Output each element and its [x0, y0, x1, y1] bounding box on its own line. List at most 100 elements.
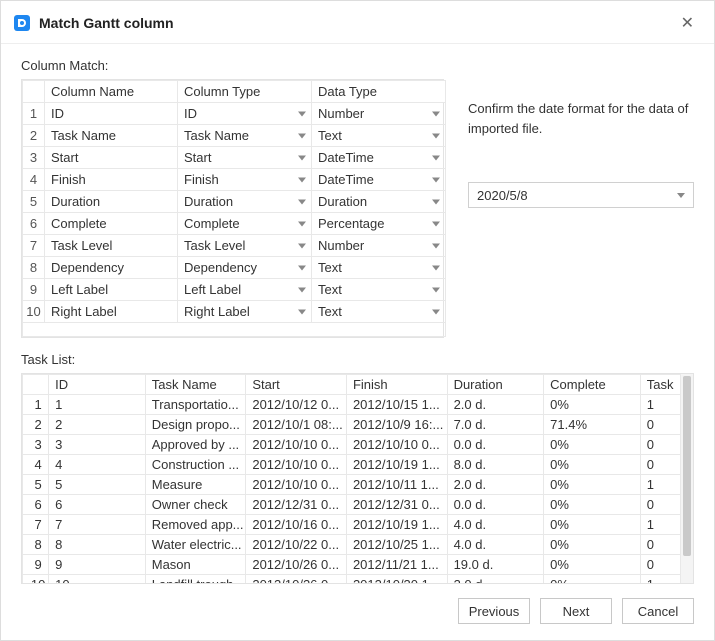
cell-duration: 8.0 d.	[447, 455, 544, 475]
match-row: 3StartStartDateTime	[23, 147, 446, 169]
cell-complete: 0%	[544, 515, 641, 535]
row-number: 4	[23, 169, 45, 191]
tasklist-row: 77Removed app...2012/10/16 0...2012/10/1…	[23, 515, 681, 535]
cell-task-name: Landfill trough	[145, 575, 246, 585]
tasklist-row: 88Water electric...2012/10/22 0...2012/1…	[23, 535, 681, 555]
cell-finish: 2012/11/21 1...	[346, 555, 447, 575]
cell-start: 2012/10/22 0...	[246, 535, 347, 555]
cell-id: 6	[49, 495, 146, 515]
dialog-match-gantt-column: Match Gantt column ✕ Column Match:	[0, 0, 715, 641]
scrollbar-thumb[interactable]	[683, 376, 691, 556]
cell-data-type-dropdown[interactable]: Duration	[312, 191, 446, 213]
cell-complete: 0%	[544, 535, 641, 555]
cell-task: 1	[640, 575, 680, 585]
match-header-blank	[23, 81, 45, 103]
row-number: 10	[23, 301, 45, 323]
match-row: 5DurationDurationDuration	[23, 191, 446, 213]
chevron-down-icon	[432, 133, 440, 138]
row-number: 1	[23, 395, 49, 415]
cell-complete: 0%	[544, 555, 641, 575]
tasklist-row: 22Design propo...2012/10/1 08:...2012/10…	[23, 415, 681, 435]
cell-start: 2012/10/1 08:...	[246, 415, 347, 435]
row-number: 8	[23, 257, 45, 279]
cell-column-type-dropdown[interactable]: ID	[178, 103, 312, 125]
date-format-dropdown[interactable]: 2020/5/8	[468, 182, 694, 208]
date-format-value: 2020/5/8	[477, 188, 677, 203]
chevron-down-icon	[432, 111, 440, 116]
cell-finish: 2012/10/25 1...	[346, 535, 447, 555]
cell-id: 4	[49, 455, 146, 475]
cell-task: 0	[640, 555, 680, 575]
cell-column-name: Dependency	[45, 257, 178, 279]
tl-header-blank	[23, 375, 49, 395]
cell-finish: 2012/10/10 0...	[346, 435, 447, 455]
match-footer-blank	[23, 323, 446, 337]
cell-column-type-dropdown[interactable]: Complete	[178, 213, 312, 235]
tasklist-header-row: ID Task Name Start Finish Duration Compl…	[23, 375, 681, 395]
cell-column-type-dropdown[interactable]: Left Label	[178, 279, 312, 301]
chevron-down-icon	[298, 221, 306, 226]
row-number: 6	[23, 213, 45, 235]
chevron-down-icon	[432, 155, 440, 160]
tasklist-row: 66Owner check2012/12/31 0...2012/12/31 0…	[23, 495, 681, 515]
cell-data-type-dropdown[interactable]: Text	[312, 279, 446, 301]
close-icon[interactable]: ✕	[675, 11, 700, 35]
match-row: 9Left LabelLeft LabelText	[23, 279, 446, 301]
cell-data-type-dropdown[interactable]: Percentage	[312, 213, 446, 235]
cell-data-type-dropdown[interactable]: Number	[312, 103, 446, 125]
top-row: Column Name Column Type Data Type 1IDIDN…	[21, 79, 694, 338]
task-list-section: Task List:	[21, 352, 694, 584]
row-number: 5	[23, 475, 49, 495]
cancel-button[interactable]: Cancel	[622, 598, 694, 624]
chevron-down-icon	[298, 309, 306, 314]
cell-data-type-dropdown[interactable]: Text	[312, 301, 446, 323]
row-number: 9	[23, 279, 45, 301]
cell-start: 2012/10/26 0...	[246, 555, 347, 575]
cell-complete: 0%	[544, 435, 641, 455]
cell-data-type-dropdown[interactable]: Text	[312, 125, 446, 147]
cell-column-type-dropdown[interactable]: Dependency	[178, 257, 312, 279]
cell-column-type-dropdown[interactable]: Duration	[178, 191, 312, 213]
cell-start: 2012/10/10 0...	[246, 455, 347, 475]
cell-data-type-dropdown[interactable]: Number	[312, 235, 446, 257]
row-number: 7	[23, 515, 49, 535]
cell-id: 5	[49, 475, 146, 495]
cell-column-type-dropdown[interactable]: Task Name	[178, 125, 312, 147]
vertical-scrollbar[interactable]	[681, 374, 693, 583]
cell-column-name: Start	[45, 147, 178, 169]
row-number: 5	[23, 191, 45, 213]
tl-header-duration: Duration	[447, 375, 544, 395]
titlebar: Match Gantt column ✕	[1, 1, 714, 44]
chevron-down-icon	[298, 265, 306, 270]
cell-column-type-dropdown[interactable]: Right Label	[178, 301, 312, 323]
app-icon	[13, 14, 31, 32]
cell-task-name: Transportatio...	[145, 395, 246, 415]
cell-data-type-dropdown[interactable]: DateTime	[312, 169, 446, 191]
cell-finish: 2012/10/9 16:...	[346, 415, 447, 435]
cell-column-type-dropdown[interactable]: Start	[178, 147, 312, 169]
match-header-datatype: Data Type	[312, 81, 446, 103]
previous-button[interactable]: Previous	[458, 598, 530, 624]
tasklist-row: 1010Landfill trough2012/10/26 0...2012/1…	[23, 575, 681, 585]
confirm-date-text: Confirm the date format for the data of …	[468, 99, 694, 138]
cell-finish: 2012/10/30 1...	[346, 575, 447, 585]
row-number: 4	[23, 455, 49, 475]
cell-data-type-dropdown[interactable]: Text	[312, 257, 446, 279]
cell-finish: 2012/10/15 1...	[346, 395, 447, 415]
cell-task-name: Measure	[145, 475, 246, 495]
cell-finish: 2012/12/31 0...	[346, 495, 447, 515]
row-number: 10	[23, 575, 49, 585]
row-number: 2	[23, 125, 45, 147]
cell-complete: 0%	[544, 395, 641, 415]
chevron-down-icon	[432, 243, 440, 248]
cell-column-type-dropdown[interactable]: Finish	[178, 169, 312, 191]
cell-column-name: ID	[45, 103, 178, 125]
cell-column-type-dropdown[interactable]: Task Level	[178, 235, 312, 257]
match-row: 7Task LevelTask LevelNumber	[23, 235, 446, 257]
column-match-table: Column Name Column Type Data Type 1IDIDN…	[21, 79, 444, 338]
next-button[interactable]: Next	[540, 598, 612, 624]
cell-duration: 0.0 d.	[447, 435, 544, 455]
row-number: 9	[23, 555, 49, 575]
cell-data-type-dropdown[interactable]: DateTime	[312, 147, 446, 169]
chevron-down-icon	[432, 177, 440, 182]
